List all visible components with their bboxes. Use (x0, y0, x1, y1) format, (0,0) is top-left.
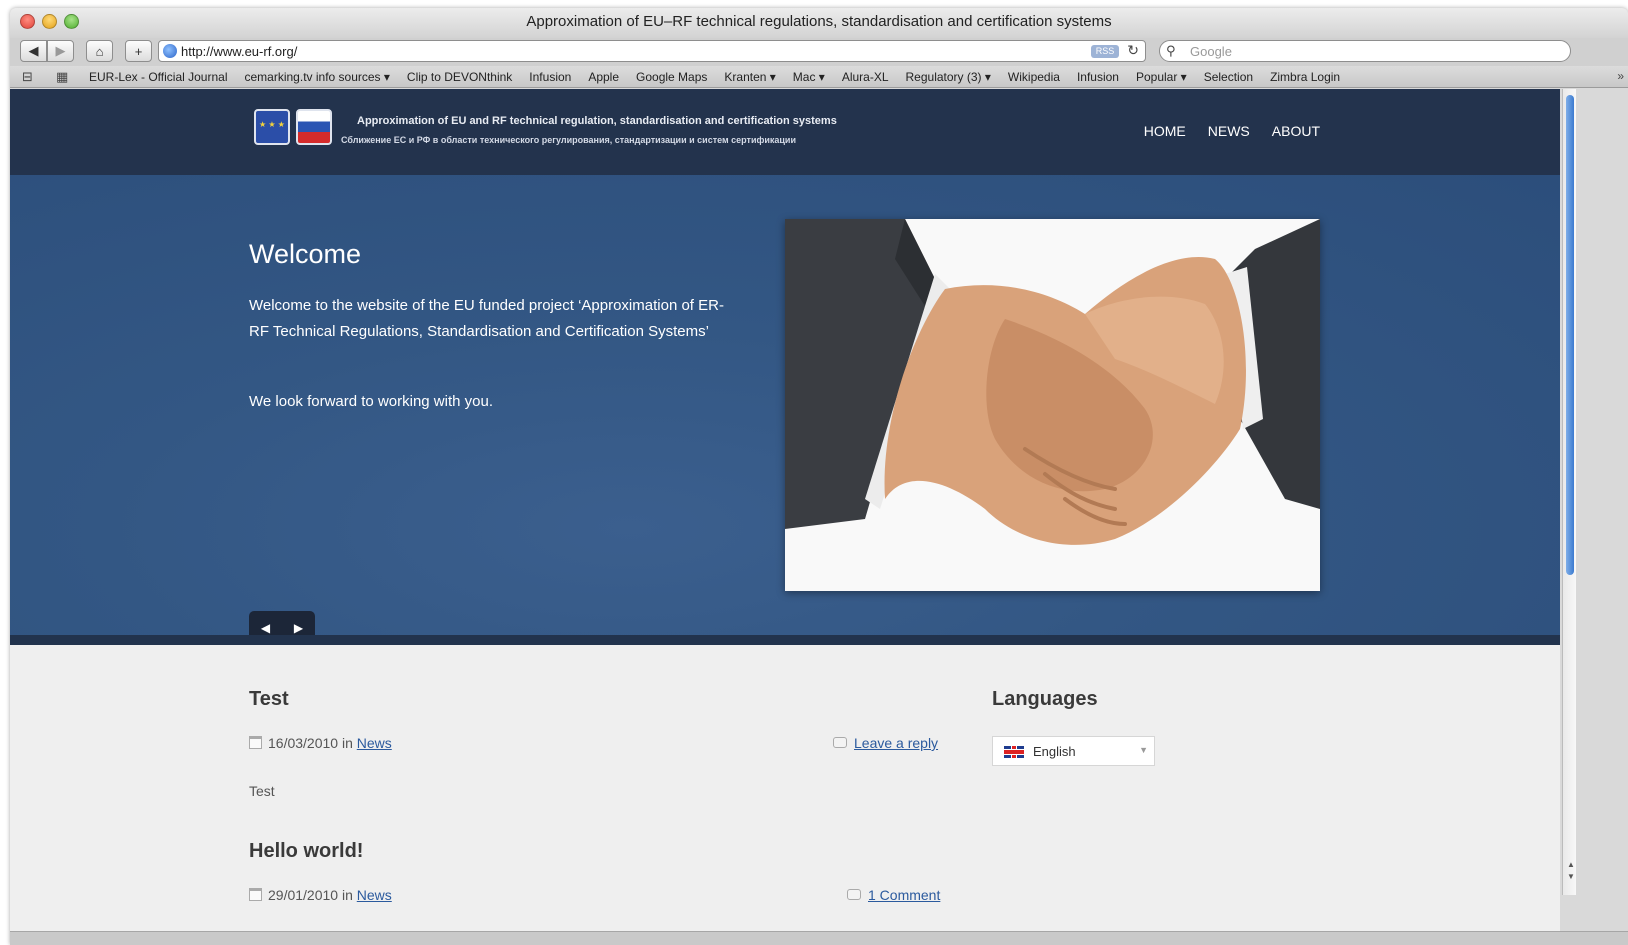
calendar-icon (249, 888, 262, 901)
post-category-link[interactable]: News (357, 735, 392, 751)
comment-icon (833, 737, 847, 748)
nav-news[interactable]: NEWS (1208, 123, 1250, 139)
bookmark-item[interactable]: EUR-Lex - Official Journal (89, 70, 228, 84)
bookmark-list: EUR-Lex - Official Journal cemarking.tv i… (89, 70, 1340, 84)
nav-home[interactable]: HOME (1144, 123, 1186, 139)
bookmarks-overflow-button[interactable]: » (1617, 69, 1624, 83)
handshake-illustration (785, 219, 1320, 591)
scroll-arrows[interactable]: ▲ ▼ (1567, 859, 1575, 883)
post-title[interactable]: Hello world! (249, 840, 363, 863)
title-bar: Approximation of EU–RF technical regulat… (10, 8, 1628, 38)
globe-icon (163, 44, 177, 58)
post-meta: 29/01/2010 in News (249, 887, 392, 903)
post-comments: 1 Comment (847, 887, 940, 903)
chevron-down-icon: ▼ (1139, 745, 1148, 755)
post-date: 16/03/2010 (268, 735, 339, 751)
bookmark-item[interactable]: Regulatory (3) ▾ (906, 70, 991, 84)
hero-text-secondary: We look forward to working with you. (249, 393, 493, 410)
eu-flag-icon (254, 109, 290, 145)
comment-icon (847, 889, 861, 900)
bookmark-item[interactable]: Alura-XL (842, 70, 889, 84)
bookmark-item[interactable]: Selection (1204, 70, 1253, 84)
post-meta: 16/03/2010 in News (249, 735, 392, 751)
post-in-label: in (341, 887, 353, 903)
language-selected-value: English (1033, 744, 1076, 759)
url-text[interactable]: http://www.eu-rf.org/ (181, 44, 297, 59)
reload-button[interactable]: ↻ (1127, 42, 1139, 59)
window-title: Approximation of EU–RF technical regulat… (526, 13, 1112, 30)
leave-reply-link[interactable]: Leave a reply (854, 735, 938, 751)
calendar-icon (249, 736, 262, 749)
nav-about[interactable]: ABOUT (1272, 123, 1320, 139)
bookmark-item[interactable]: Mac ▾ (793, 70, 825, 84)
scrollbar-thumb[interactable] (1566, 95, 1574, 575)
home-button[interactable]: ⌂ (86, 40, 113, 62)
bookmark-item[interactable]: Kranten ▾ (724, 70, 775, 84)
rss-button[interactable]: RSS (1091, 45, 1119, 58)
top-sites-grid-icon[interactable]: ▦ (56, 69, 68, 85)
site-logo[interactable] (254, 109, 334, 153)
web-page: Approximation of EU and RF technical reg… (10, 89, 1560, 945)
comments-link[interactable]: 1 Comment (868, 887, 940, 903)
hero-slider: Welcome Welcome to the website of the EU… (10, 175, 1560, 645)
search-icon: ⚲ (1166, 43, 1176, 58)
browser-window: Approximation of EU–RF technical regulat… (10, 8, 1628, 945)
bookmark-item[interactable]: Infusion (1077, 70, 1119, 84)
bookmarks-bar: ⊟ ▦ EUR-Lex - Official Journal cemarking.… (10, 66, 1628, 88)
bookmark-item[interactable]: Popular ▾ (1136, 70, 1187, 84)
bookmark-item[interactable]: cemarking.tv info sources ▾ (245, 70, 390, 84)
status-bar (10, 931, 1628, 945)
post-date: 29/01/2010 (268, 887, 339, 903)
languages-title: Languages (992, 688, 1098, 710)
address-bar[interactable]: http://www.eu-rf.org/ RSS ↻ (158, 40, 1146, 62)
vertical-scrollbar[interactable]: ▲ ▼ (1562, 89, 1576, 895)
handshake-image (785, 219, 1320, 591)
bookmark-item[interactable]: Wikipedia (1008, 70, 1060, 84)
bookmark-item[interactable]: Zimbra Login (1270, 70, 1340, 84)
post-in-label: in (341, 735, 353, 751)
search-field[interactable]: ⚲ Google (1159, 40, 1571, 62)
main-nav: HOME NEWS ABOUT (1144, 123, 1320, 139)
scrollbar-area: ▲ ▼ (1560, 89, 1628, 945)
post-title[interactable]: Test (249, 688, 289, 711)
bookmarks-book-icon[interactable]: ⊟ (22, 69, 33, 85)
post-body: Test (249, 783, 275, 799)
forward-button[interactable]: ▶ (47, 40, 74, 62)
post-category-link[interactable]: News (357, 887, 392, 903)
post-comments: Leave a reply (833, 735, 938, 751)
site-tagline-ru: Сближение ЕС и РФ в области технического… (341, 135, 796, 145)
search-placeholder[interactable]: Google (1190, 44, 1232, 59)
language-select[interactable]: English ▼ (992, 736, 1155, 766)
add-bookmark-button[interactable]: + (125, 40, 152, 62)
hero-title: Welcome (249, 239, 362, 269)
back-button[interactable]: ◀ (20, 40, 47, 62)
hero-bottom-bar (10, 635, 1560, 645)
site-tagline-en: Approximation of EU and RF technical reg… (357, 115, 837, 127)
bookmark-item[interactable]: Apple (588, 70, 619, 84)
bookmark-item[interactable]: Google Maps (636, 70, 707, 84)
browser-toolbar: ◀ ▶ ⌂ + http://www.eu-rf.org/ RSS ↻ ⚲ Go… (10, 38, 1628, 66)
site-header: Approximation of EU and RF technical reg… (10, 89, 1560, 175)
uk-flag-icon (1004, 746, 1024, 758)
bookmark-item[interactable]: Infusion (529, 70, 571, 84)
bookmark-item[interactable]: Clip to DEVONthink (407, 70, 512, 84)
russia-flag-icon (296, 109, 332, 145)
hero-text: Welcome to the website of the EU funded … (249, 297, 724, 340)
